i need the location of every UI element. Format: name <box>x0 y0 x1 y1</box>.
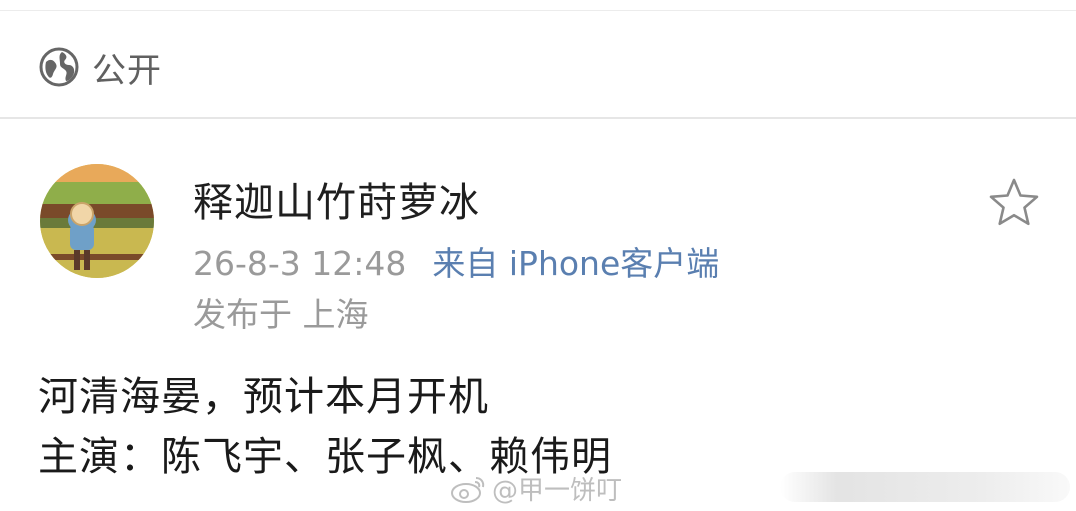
avatar-image <box>40 164 154 278</box>
top-divider <box>0 10 1076 11</box>
post-meta: 26-8-3 12:48 来自 iPhone客户端 <box>193 237 719 285</box>
post-location: 发布于 上海 <box>193 295 369 334</box>
blurred-overlay <box>780 472 1070 502</box>
watermark: @甲一饼叮 <box>450 470 622 507</box>
post-content-line: 河清海晏，预计本月开机 <box>38 374 489 420</box>
watermark-text: @甲一饼叮 <box>492 476 623 506</box>
author-name[interactable]: 释迦山竹莳萝冰 <box>193 170 480 228</box>
post-time: 26-8-3 12:48 <box>193 244 407 283</box>
avatar[interactable] <box>40 164 154 278</box>
visibility-label: 公开 <box>92 50 162 91</box>
globe-icon <box>39 47 79 87</box>
post-source[interactable]: 来自 iPhone客户端 <box>432 244 719 283</box>
visibility-setting[interactable]: 公开 <box>38 44 162 91</box>
section-divider <box>0 117 1076 119</box>
weibo-post-screen: 公开 释迦山竹莳萝冰 26-8-3 12:48 来自 iPhone客户端 发布于 … <box>0 0 1076 511</box>
star-icon[interactable] <box>988 177 1040 227</box>
weibo-icon <box>451 476 485 503</box>
